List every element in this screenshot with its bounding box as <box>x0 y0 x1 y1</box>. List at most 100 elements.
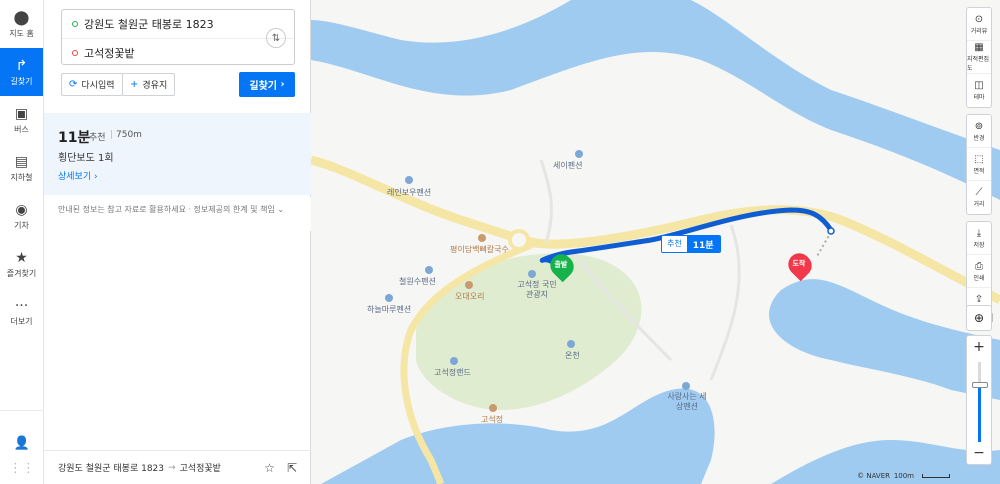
map-label[interactable]: 세이펜션 <box>553 160 582 171</box>
poi-marker[interactable] <box>405 176 413 184</box>
route-tail <box>815 231 832 259</box>
radius-icon: ⊚ <box>974 120 984 132</box>
poi-marker[interactable] <box>385 294 393 302</box>
rail-item-home[interactable]: ⬤ 지도 홈 <box>0 0 43 48</box>
chevron-down-icon: ⌄ <box>277 205 285 214</box>
tool-distance[interactable]: ⟋ 거리 <box>967 181 991 214</box>
tool-label: 거리 <box>973 201 985 208</box>
swap-route-button[interactable]: ⇅ <box>266 28 286 48</box>
tool-save[interactable]: ⤓ 저장 <box>967 222 991 255</box>
zoom-in-button[interactable]: + <box>967 336 991 358</box>
crosshair-icon: ⊕ <box>973 311 985 325</box>
map-label[interactable]: 고석정 <box>481 414 503 425</box>
map-pin-icon: ⬤ <box>13 9 30 26</box>
origin-dot-icon <box>72 21 78 27</box>
user-icon[interactable]: 👤 <box>14 436 30 451</box>
star-icon: ★ <box>15 249 28 266</box>
map-label[interactable]: 오대오리 <box>455 291 484 302</box>
map-label[interactable]: 하늘마루펜션 <box>367 304 411 315</box>
result-divider: | <box>110 130 114 140</box>
refresh-icon: ⟳ <box>69 79 78 90</box>
food-marker[interactable] <box>489 404 497 412</box>
scale-bar <box>922 474 950 478</box>
footer-to: 고석정꽃밭 <box>179 464 221 474</box>
swap-icon: ⇅ <box>271 32 281 44</box>
favorite-star-icon[interactable]: ☆ <box>264 461 275 475</box>
poi-marker[interactable] <box>425 266 433 274</box>
tool-print[interactable]: ⎙ 인쇄 <box>967 255 991 288</box>
rail-item-more[interactable]: ··· 더보기 <box>0 288 43 336</box>
map-label[interactable]: 사랑사는 세상펜션 <box>666 392 708 412</box>
notice-text[interactable]: 안내된 정보는 참고 자료로 활용하세요 · 정보제공의 한계 및 책임 ⌄ <box>58 204 284 215</box>
map-label[interactable]: 철원수펜션 <box>399 276 436 287</box>
tool-radius[interactable]: ⊚ 반경 <box>967 115 991 148</box>
minus-icon: − <box>973 445 985 461</box>
tool-group-view: ⊙ 거리뷰 ▦ 지적편집도 ◫ 테마 <box>966 7 992 108</box>
roundabout <box>508 229 530 251</box>
poi-marker[interactable] <box>567 340 575 348</box>
poi-marker[interactable] <box>528 270 536 278</box>
reset-label: 다시입력 <box>81 81 115 91</box>
destination-field[interactable]: 고석정꽃밭 <box>62 38 294 66</box>
rail-item-subway[interactable]: ▤ 지하철 <box>0 144 43 192</box>
food-marker[interactable] <box>465 281 473 289</box>
zoom-slider-handle[interactable] <box>972 382 988 388</box>
route-input-box: 강원도 철원군 태봉로 1823 고석정꽃밭 ⇅ <box>61 9 295 65</box>
rail-item-bus[interactable]: ▣ 버스 <box>0 96 43 144</box>
footer-from: 강원도 철원군 태봉로 1823 <box>58 464 165 474</box>
origin-text: 강원도 철원군 태봉로 1823 <box>84 18 214 31</box>
tool-area[interactable]: ⬚ 면적 <box>967 148 991 181</box>
nav-rail: ⬤ 지도 홈 ↱ 길찾기 ▣ 버스 ▤ 지하철 ◉ 기차 ★ 즐겨찾기 ··· … <box>0 0 44 484</box>
rail-label: 지도 홈 <box>9 28 34 38</box>
arrow-right-icon: → <box>168 462 176 473</box>
rail-item-favorites[interactable]: ★ 즐겨찾기 <box>0 240 43 288</box>
scale-label: 100m <box>893 472 914 480</box>
start-pin-label: 출발 <box>554 260 568 269</box>
rail-item-train[interactable]: ◉ 기차 <box>0 192 43 240</box>
reset-button[interactable]: ⟳ 다시입력 <box>61 73 123 96</box>
poi-marker[interactable] <box>682 382 690 390</box>
rail-item-directions[interactable]: ↱ 길찾기 <box>0 48 43 96</box>
map-canvas[interactable]: 세이펜션 레인보우펜션 평이담백뼈칼국수 고석정 국민관광지 철원수펜션 오대오… <box>311 0 1000 484</box>
map-label[interactable]: 레인보우펜션 <box>387 187 431 198</box>
route-result-card[interactable]: 11분 추천 | 750m 횡단보도 1회 상세보기 › <box>44 113 311 195</box>
river-north <box>311 0 1000 200</box>
rail-bottom: 👤 ⋮⋮ <box>0 436 44 476</box>
zoom-level-fill <box>978 386 981 442</box>
origin-field[interactable]: 강원도 철원군 태봉로 1823 <box>62 10 294 38</box>
detail-link[interactable]: 상세보기 › <box>58 169 98 182</box>
panel-footer: 강원도 철원군 태봉로 1823 → 고석정꽃밭 ☆ ⇱ <box>44 450 311 484</box>
map-label[interactable]: 평이담백뼈칼국수 <box>450 244 509 255</box>
rail-label: 즐겨찾기 <box>6 268 37 278</box>
tool-label: 테마 <box>973 94 985 101</box>
tool-streetview[interactable]: ⊙ 거리뷰 <box>967 8 991 41</box>
tool-theme[interactable]: ◫ 테마 <box>967 74 991 107</box>
detail-label: 상세보기 <box>58 172 92 182</box>
zoom-out-button[interactable]: − <box>967 442 991 464</box>
poi-marker[interactable] <box>450 357 458 365</box>
tool-label: 저장 <box>973 241 985 249</box>
map-label[interactable]: 고석정 국민관광지 <box>515 280 559 300</box>
notice-label: 안내된 정보는 참고 자료로 활용하세요 · 정보제공의 한계 및 책임 <box>58 205 275 214</box>
poi-marker[interactable] <box>575 150 583 158</box>
add-waypoint-button[interactable]: + 경유지 <box>122 73 176 96</box>
route-badge[interactable]: 추천 11분 <box>661 235 721 253</box>
tool-cadastral[interactable]: ▦ 지적편집도 <box>967 41 991 74</box>
tool-label: 인쇄 <box>973 274 985 282</box>
map-base-svg <box>311 0 1000 484</box>
print-icon: ⎙ <box>975 260 983 272</box>
destination-text: 고석정꽃밭 <box>84 46 135 60</box>
apps-grid-icon[interactable]: ⋮⋮ <box>9 461 35 476</box>
naver-map-app: ⬤ 지도 홈 ↱ 길찾기 ▣ 버스 ▤ 지하철 ◉ 기차 ★ 즐겨찾기 ··· … <box>0 0 1000 484</box>
directions-panel: 강원도 철원군 태봉로 1823 고석정꽃밭 ⇅ ⟳ 다시입력 + 경유지 길찾… <box>44 0 311 484</box>
share-out-icon[interactable]: ⇱ <box>287 461 297 475</box>
search-route-button[interactable]: 길찾기 › <box>239 72 295 97</box>
my-location-button[interactable]: ⊕ <box>966 305 992 331</box>
waypoint-label: 경유지 <box>142 81 168 91</box>
minor-road-3 <box>539 159 553 244</box>
directions-icon: ↱ <box>15 57 28 74</box>
food-marker[interactable] <box>478 234 486 242</box>
result-tag: 추천 <box>89 133 106 143</box>
map-label[interactable]: 고석정랜드 <box>434 367 471 378</box>
map-label[interactable]: 온천 <box>565 350 580 361</box>
